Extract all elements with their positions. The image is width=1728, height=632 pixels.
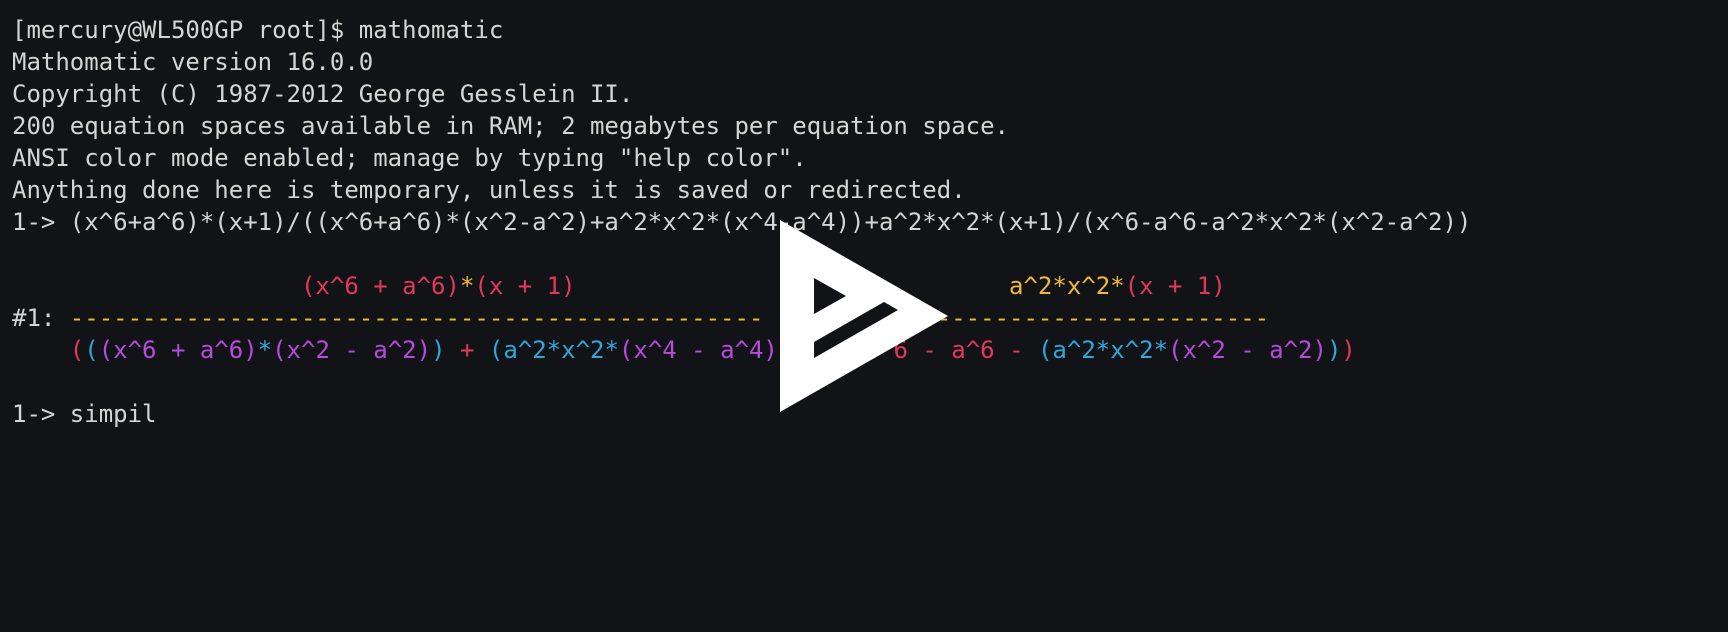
terminal-text: ) [1341,336,1356,364]
terminal-text: * [257,336,273,364]
terminal-text: ) [1326,336,1342,364]
terminal-text: ( [1037,336,1053,364]
terminal-text: ( [69,336,85,364]
terminal-line: Copyright (C) 1987-2012 George Gesslein … [12,78,1716,110]
terminal-text: (x^6 + a^6) [300,272,460,300]
terminal-line: Mathomatic version 16.0.0 [12,46,1716,78]
terminal-text: ANSI color mode enabled; manage by typin… [12,144,807,172]
terminal-text: #1: [12,304,70,332]
terminal-text: (x + 1) [474,272,576,300]
terminal-text: * [459,272,475,300]
terminal-text: ) [431,336,446,364]
terminal-line: [mercury@WL500GP root]$ mathomatic [12,14,1716,46]
terminal-text: ( [488,336,504,364]
terminal-line: 200 equation spaces available in RAM; 2 … [12,110,1716,142]
terminal-text: a^2*x^2* [1052,336,1169,364]
terminal-text: (x + 1) [1124,272,1226,300]
terminal-line: Anything done here is temporary, unless … [12,174,1716,206]
play-icon [780,220,948,412]
terminal-text: ----------------------------------------… [69,304,764,332]
terminal-text: + [445,336,489,364]
terminal-text: a^2*x^2* [503,336,619,364]
terminal-text: ( [84,336,99,364]
terminal-text: (x^6 + a^6) [98,336,258,364]
terminal-text: Anything done here is temporary, unless … [12,176,966,204]
terminal-text: (x^2 - a^2) [1168,336,1327,364]
play-button[interactable] [780,220,948,412]
terminal-line: ANSI color mode enabled; manage by typin… [12,142,1716,174]
terminal-text: (x^4 - a^4) [618,336,778,364]
terminal-text: a^2*x^2* [1009,272,1125,300]
terminal-text: [mercury@WL500GP root]$ mathomatic [12,16,504,44]
terminal-text: (x^2 - a^2) [272,336,432,364]
terminal-text: 1-> (x^6+a^6)*(x+1)/((x^6+a^6)*(x^2-a^2)… [12,208,1472,236]
terminal-text: Copyright (C) 1987-2012 George Gesslein … [12,80,634,108]
terminal-text: Mathomatic version 16.0.0 [12,48,374,76]
terminal-text: 200 equation spaces available in RAM; 2 … [12,112,1009,140]
terminal-text: 1-> simpil [12,400,157,428]
